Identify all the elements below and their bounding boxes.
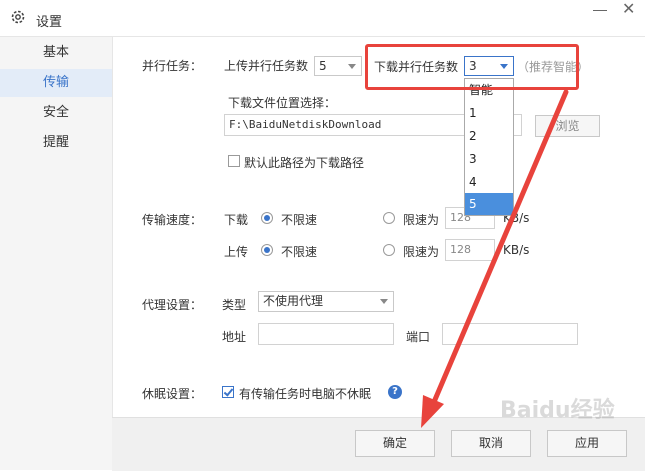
watermark: Baidu经验 <box>500 398 615 423</box>
